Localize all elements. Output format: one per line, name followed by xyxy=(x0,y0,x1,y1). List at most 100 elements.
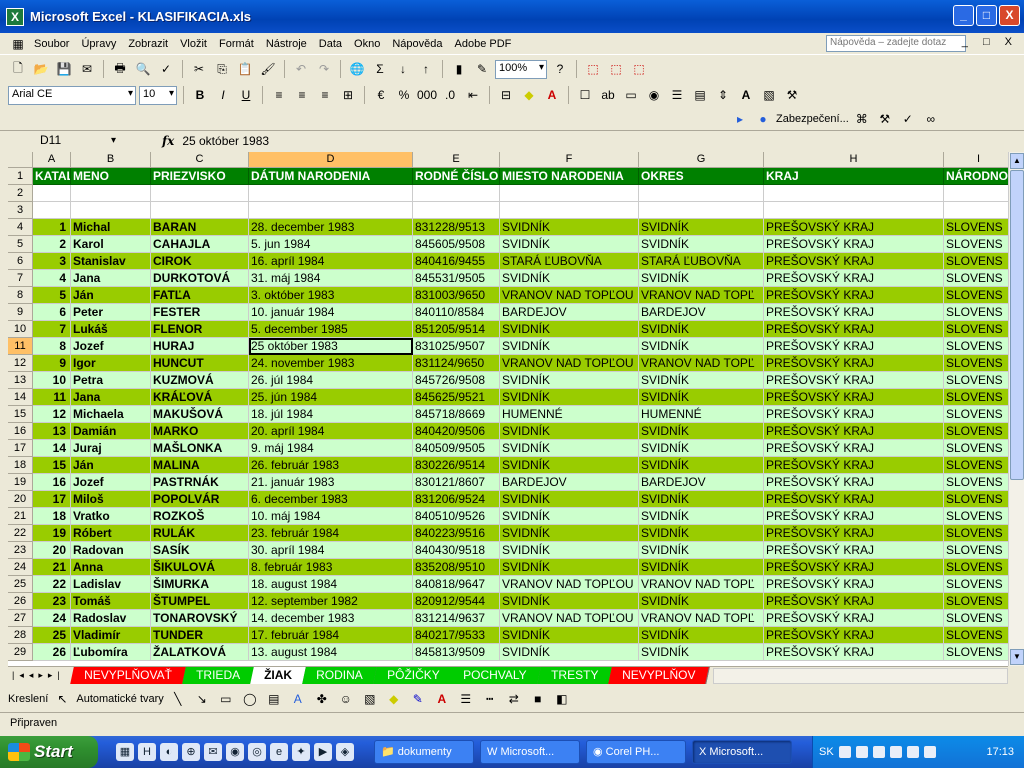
menu-okno[interactable]: Okno xyxy=(348,38,386,50)
cell[interactable]: 13. august 1984 xyxy=(249,644,413,661)
decrease-indent-icon[interactable]: ⇤ xyxy=(463,85,483,105)
cell[interactable]: 25 október 1983 xyxy=(249,338,413,355)
taskbar-corel[interactable]: ◉ Corel PH... xyxy=(586,740,686,764)
cell[interactable]: 10. máj 1984 xyxy=(249,508,413,525)
cell[interactable]: Anna xyxy=(71,559,151,576)
cell[interactable]: SLOVENS xyxy=(944,610,1008,627)
menu-vlozit[interactable]: Vložit xyxy=(174,38,213,50)
cell[interactable]: BARDEJOV xyxy=(639,304,764,321)
cell[interactable] xyxy=(944,185,1008,202)
menu-zobrazit[interactable]: Zobrazit xyxy=(122,38,174,50)
cell[interactable]: 12 xyxy=(33,406,71,423)
forms-list-icon[interactable]: ☰ xyxy=(667,85,687,105)
italic-button[interactable]: I xyxy=(213,85,233,105)
spelling-icon[interactable]: ✓ xyxy=(156,59,176,79)
pdf-icon[interactable]: ⬚ xyxy=(583,59,603,79)
row-header[interactable]: 3 xyxy=(8,202,33,219)
undo-icon[interactable]: ↶ xyxy=(291,59,311,79)
cell[interactable]: 831214/9637 xyxy=(413,610,500,627)
cell[interactable]: Radoslav xyxy=(71,610,151,627)
cell[interactable]: 831228/9513 xyxy=(413,219,500,236)
cell[interactable]: SVIDNÍK xyxy=(500,542,639,559)
cell[interactable]: 6 xyxy=(33,304,71,321)
cell[interactable]: 7 xyxy=(33,321,71,338)
row-header[interactable]: 17 xyxy=(8,440,33,457)
cell[interactable]: VRANOV NAD TOPĽ xyxy=(639,610,764,627)
cell[interactable]: PREŠOVSKÝ KRAJ xyxy=(764,338,944,355)
cell[interactable] xyxy=(944,202,1008,219)
calc-icon[interactable]: ▦ xyxy=(116,743,134,761)
cell[interactable]: 1 xyxy=(33,219,71,236)
rectangle-icon[interactable]: ▭ xyxy=(216,689,236,709)
arrow-style-icon[interactable]: ⇄ xyxy=(504,689,524,709)
cell[interactable]: PREŠOVSKÝ KRAJ xyxy=(764,236,944,253)
cell[interactable]: 18. júl 1984 xyxy=(249,406,413,423)
column-header[interactable]: H xyxy=(764,152,944,168)
cell[interactable]: 5. jun 1984 xyxy=(249,236,413,253)
cell[interactable]: ŠIKULOVÁ xyxy=(151,559,249,576)
print-icon[interactable]: 🖶 xyxy=(110,59,130,79)
cell[interactable]: MAŠLONKA xyxy=(151,440,249,457)
cell[interactable]: VRANOV NAD TOPĽ xyxy=(639,287,764,304)
cell[interactable]: STARÁ ĽUBOVŇA xyxy=(639,253,764,270)
cell[interactable]: 9 xyxy=(33,355,71,372)
cell[interactable]: 830226/9514 xyxy=(413,457,500,474)
row-header[interactable]: 28 xyxy=(8,627,33,644)
vertical-scrollbar[interactable]: ▲ ▼ xyxy=(1008,152,1024,666)
cell[interactable]: SVIDNÍK xyxy=(500,389,639,406)
line-color-icon[interactable]: ✎ xyxy=(408,689,428,709)
cell[interactable]: OKRES xyxy=(639,168,764,185)
cell[interactable]: BARAN xyxy=(151,219,249,236)
cell[interactable] xyxy=(500,202,639,219)
cell[interactable]: 23. február 1984 xyxy=(249,525,413,542)
app-icon[interactable]: ◈ xyxy=(336,743,354,761)
forms-label-icon[interactable]: ab xyxy=(598,85,618,105)
cell[interactable]: 5. december 1985 xyxy=(249,321,413,338)
column-header[interactable]: I xyxy=(944,152,1008,168)
cell[interactable]: 9. máj 1984 xyxy=(249,440,413,457)
cell[interactable]: SVIDNÍK xyxy=(500,627,639,644)
workbook-icon[interactable]: ▦ xyxy=(8,34,28,54)
ie-icon[interactable]: e xyxy=(270,743,288,761)
column-header[interactable]: F xyxy=(500,152,639,168)
currency-icon[interactable]: € xyxy=(371,85,391,105)
row-header[interactable]: 15 xyxy=(8,406,33,423)
row-header[interactable]: 6 xyxy=(8,253,33,270)
cell[interactable]: 831003/9650 xyxy=(413,287,500,304)
cell[interactable]: 26 xyxy=(33,644,71,661)
cell[interactable]: SLOVENS xyxy=(944,253,1008,270)
cell[interactable]: 6. december 1983 xyxy=(249,491,413,508)
forms-button-icon[interactable]: ▭ xyxy=(621,85,641,105)
oval-icon[interactable]: ◯ xyxy=(240,689,260,709)
cell[interactable]: SLOVENS xyxy=(944,525,1008,542)
cell[interactable]: Róbert xyxy=(71,525,151,542)
row-header[interactable]: 23 xyxy=(8,542,33,559)
cell[interactable]: 840110/8584 xyxy=(413,304,500,321)
cell[interactable]: ROZKOŠ xyxy=(151,508,249,525)
cell[interactable]: SVIDNÍK xyxy=(639,270,764,287)
print-preview-icon[interactable]: 🔍 xyxy=(133,59,153,79)
row-header[interactable]: 14 xyxy=(8,389,33,406)
help-search-input[interactable]: Nápověda – zadejte dotaz xyxy=(826,35,966,52)
draw-menu-button[interactable]: Kreslení xyxy=(8,693,48,705)
dot-icon[interactable]: ● xyxy=(753,109,773,129)
row-header[interactable]: 19 xyxy=(8,474,33,491)
cell[interactable]: SLOVENS xyxy=(944,423,1008,440)
align-right-icon[interactable]: ≡ xyxy=(315,85,335,105)
cell[interactable]: 3. október 1983 xyxy=(249,287,413,304)
cell[interactable]: 19 xyxy=(33,525,71,542)
bold-button[interactable]: B xyxy=(190,85,210,105)
cell[interactable]: PREŠOVSKÝ KRAJ xyxy=(764,627,944,644)
name-box[interactable]: D11 xyxy=(8,132,118,150)
cell[interactable]: Michal xyxy=(71,219,151,236)
cell[interactable]: BARDEJOV xyxy=(639,474,764,491)
cell[interactable]: CAHAJLA xyxy=(151,236,249,253)
cell[interactable]: 2 xyxy=(33,236,71,253)
cell[interactable]: 17. február 1984 xyxy=(249,627,413,644)
cell[interactable]: PREŠOVSKÝ KRAJ xyxy=(764,304,944,321)
cell[interactable]: 845625/9521 xyxy=(413,389,500,406)
cell[interactable]: ŠIMURKA xyxy=(151,576,249,593)
row-header[interactable]: 7 xyxy=(8,270,33,287)
minimize-button[interactable]: _ xyxy=(953,5,974,26)
column-header[interactable]: D xyxy=(249,152,413,168)
